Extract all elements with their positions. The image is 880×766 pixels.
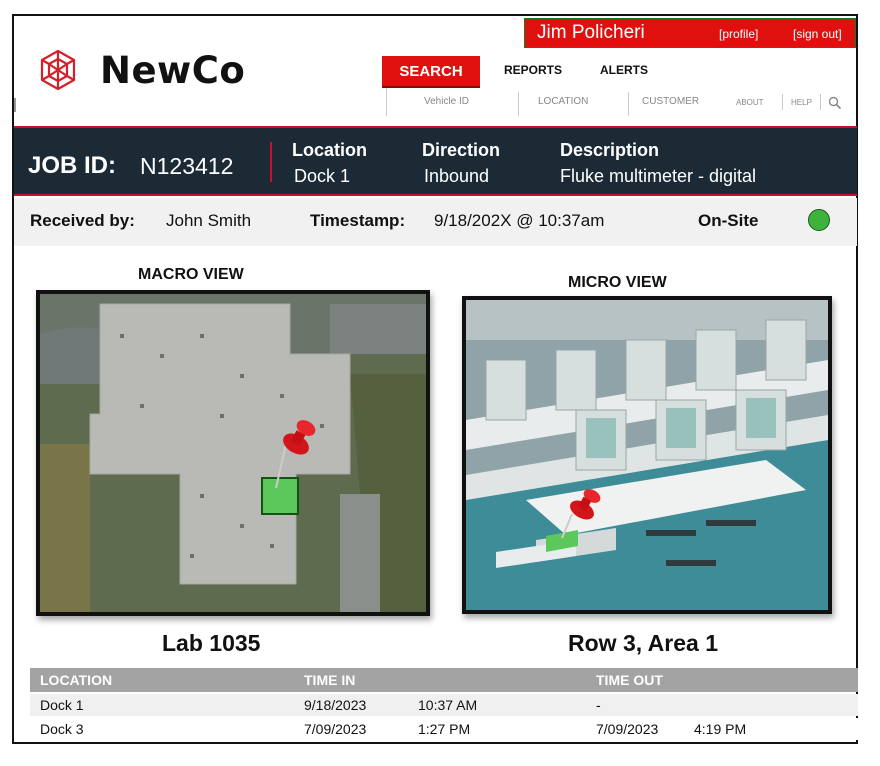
row-out-date: - xyxy=(596,697,601,713)
received-by-label: Received by: xyxy=(30,211,135,230)
table-row[interactable]: Dock 3 7/09/2023 1:27 PM 7/09/2023 4:19 … xyxy=(30,718,858,740)
macro-view-title: MACRO VIEW xyxy=(138,266,244,283)
search-icon[interactable] xyxy=(828,96,842,110)
subnav-location[interactable]: LOCATION xyxy=(538,96,588,107)
row-in-time: 1:27 PM xyxy=(418,721,471,737)
receipt-info-row: Received by: John Smith Timestamp: 9/18/… xyxy=(14,198,857,246)
micro-view-floorplan[interactable] xyxy=(462,296,832,614)
job-id-value: N123412 xyxy=(140,153,234,179)
geodesic-globe-icon xyxy=(40,49,76,91)
status-label: On-Site xyxy=(698,211,759,230)
received-by-value: John Smith xyxy=(166,211,252,230)
direction-value: Inbound xyxy=(424,166,490,186)
about-link[interactable]: ABOUT xyxy=(736,98,764,107)
timestamp-label: Timestamp: xyxy=(310,211,406,230)
row-in-time: 10:37 AM xyxy=(418,697,478,713)
history-table-header: LOCATION TIME IN TIME OUT xyxy=(30,668,858,692)
help-link[interactable]: HELP xyxy=(791,98,812,107)
location-value: Dock 1 xyxy=(294,166,351,186)
row-location: Dock 3 xyxy=(40,721,84,737)
floorplan-render-image xyxy=(466,300,828,610)
row-out-date: 7/09/2023 xyxy=(596,721,659,737)
job-divider xyxy=(270,142,272,182)
nav-search-button[interactable]: SEARCH xyxy=(382,56,480,88)
column-header-time-in: TIME IN xyxy=(304,672,356,688)
brand-name: NewCo xyxy=(100,48,246,92)
row-location: Dock 1 xyxy=(40,697,84,713)
nav-alerts[interactable]: ALERTS xyxy=(600,63,648,77)
micro-view-caption: Row 3, Area 1 xyxy=(568,630,718,656)
subnav-separator xyxy=(628,92,629,116)
description-label: Description xyxy=(560,140,660,160)
location-label: Location xyxy=(292,140,367,160)
row-out-time: 4:19 PM xyxy=(694,721,747,737)
job-summary-bar: JOB ID: N123412 Location Dock 1 Directio… xyxy=(14,126,857,196)
timestamp-value: 9/18/202X @ 10:37am xyxy=(434,211,605,230)
micro-view-title: MICRO VIEW xyxy=(568,274,667,291)
nav-reports[interactable]: REPORTS xyxy=(504,63,562,77)
row-in-date: 7/09/2023 xyxy=(304,721,367,737)
subnav-separator xyxy=(518,92,519,116)
user-name: Jim Policheri xyxy=(537,22,645,43)
sign-out-link[interactable]: [sign out] xyxy=(793,27,842,41)
column-header-time-out: TIME OUT xyxy=(596,672,663,688)
util-separator xyxy=(820,94,821,110)
user-bar: Jim Policheri [profile] [sign out] xyxy=(524,18,856,48)
macro-view-map[interactable] xyxy=(36,290,430,616)
brand-logo[interactable]: NewCo xyxy=(36,48,245,92)
macro-view-caption: Lab 1035 xyxy=(162,630,261,656)
status-indicator xyxy=(808,209,830,231)
left-edge-tick xyxy=(14,98,16,112)
lab-highlight xyxy=(261,477,299,515)
table-row[interactable]: Dock 1 9/18/2023 10:37 AM - xyxy=(30,694,858,716)
job-id-label: JOB ID: xyxy=(28,152,117,179)
row-in-date: 9/18/2023 xyxy=(304,697,367,713)
subnav-vehicle-id[interactable]: Vehicle ID xyxy=(424,96,469,107)
direction-label: Direction xyxy=(422,140,501,160)
aerial-map-image xyxy=(40,294,426,612)
profile-link[interactable]: [profile] xyxy=(719,27,758,41)
column-header-location: LOCATION xyxy=(40,672,113,688)
util-separator xyxy=(782,94,783,110)
subnav-customer[interactable]: CUSTOMER xyxy=(642,96,699,107)
description-value: Fluke multimeter - digital xyxy=(560,166,757,186)
